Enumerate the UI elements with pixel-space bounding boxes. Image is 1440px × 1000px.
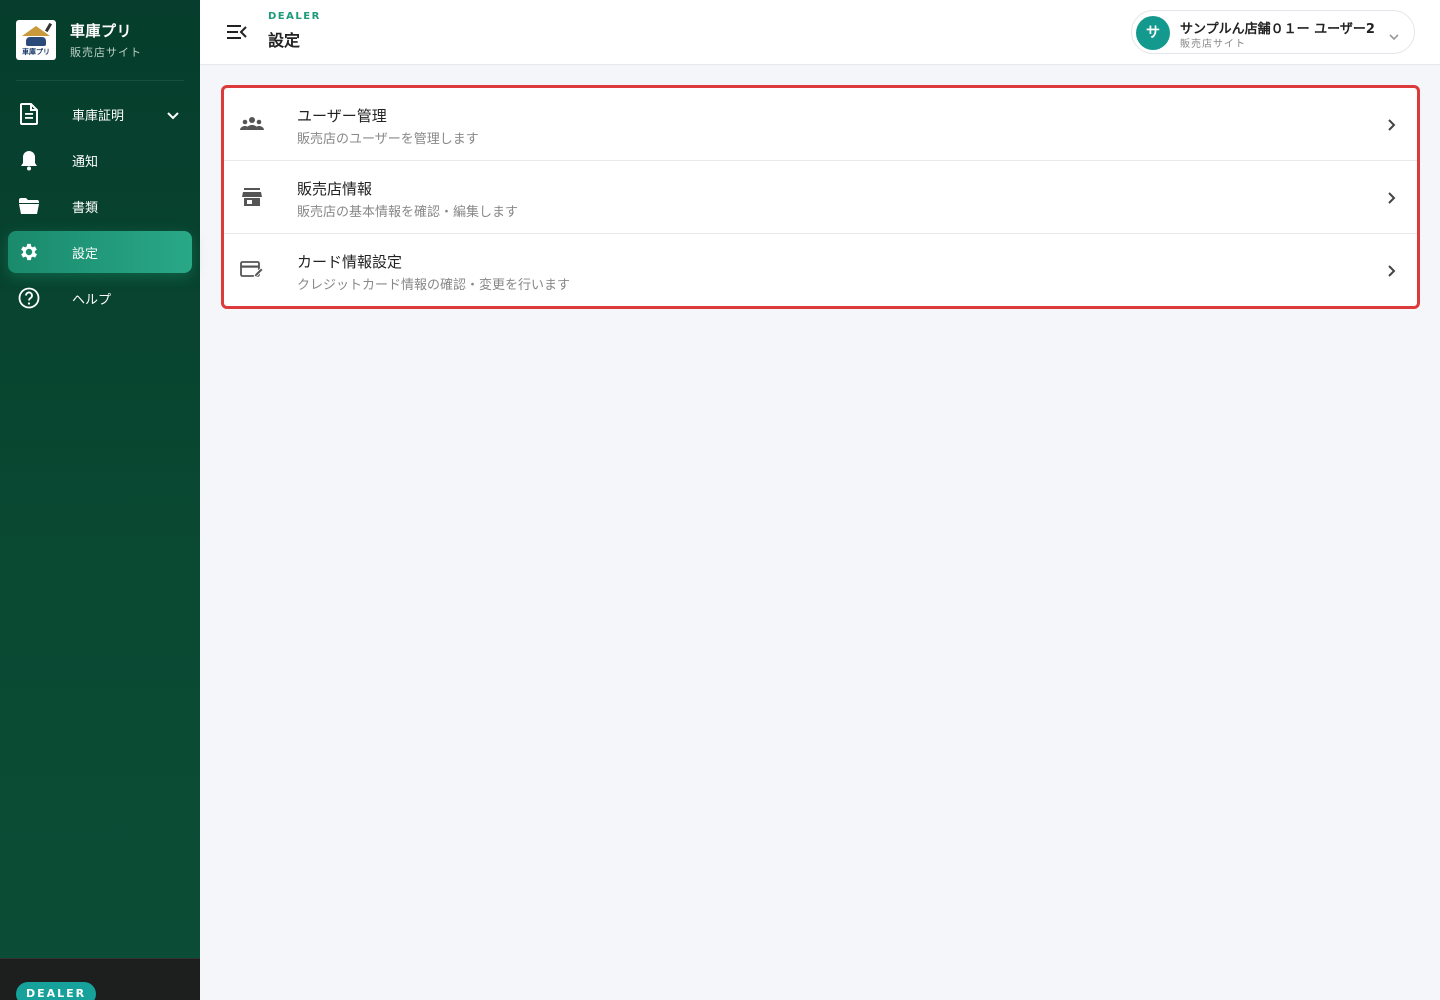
card-edit-icon <box>240 260 264 280</box>
settings-row-store-info[interactable]: 販売店情報 販売店の基本情報を確認・編集します <box>224 161 1417 234</box>
avatar: サ <box>1136 16 1170 50</box>
sidebar-footer: DEALER <box>0 958 200 1000</box>
brand-title: 車庫プリ <box>70 21 133 40</box>
page-title: 設定 <box>268 31 301 50</box>
sidebar-item-label: ヘルプ <box>72 292 112 308</box>
user-role: 販売店サイト <box>1180 39 1246 50</box>
chevron-down-icon <box>166 106 180 125</box>
bell-icon <box>18 149 40 171</box>
brand-subtitle: 販売店サイト <box>70 45 142 59</box>
sidebar-item-help[interactable]: ヘルプ <box>8 277 192 319</box>
row-description: 販売店の基本情報を確認・編集します <box>297 205 519 220</box>
top-header: DEALER 設定 サ サンプルん店舗０１ー ユーザー2 販売店サイト <box>200 0 1440 65</box>
brand-logo-text: 車庫プリ <box>22 48 50 56</box>
chevron-down-icon <box>1388 27 1400 46</box>
menu-collapse-icon[interactable] <box>226 23 248 41</box>
document-icon <box>18 103 40 125</box>
row-title: 販売店情報 <box>297 180 373 198</box>
brand-logo: 車庫プリ <box>16 20 56 60</box>
sidebar-item-label: 設定 <box>72 246 99 262</box>
sidebar-item-settings[interactable]: 設定 <box>8 231 192 273</box>
folder-icon <box>18 195 40 217</box>
settings-list: ユーザー管理 販売店のユーザーを管理します 販売店情報 販売店の基本情報を確認・… <box>221 85 1420 309</box>
header-eyebrow: DEALER <box>268 11 321 22</box>
sidebar-item-label: 書類 <box>72 200 99 216</box>
help-circle-icon <box>18 287 40 309</box>
chevron-right-icon <box>1387 190 1397 209</box>
users-icon <box>240 114 264 134</box>
gear-icon <box>18 241 40 263</box>
user-menu[interactable]: サ サンプルん店舗０１ー ユーザー2 販売店サイト <box>1131 10 1415 54</box>
store-icon <box>240 187 264 207</box>
sidebar-nav: 車庫証明 通知 書類 設定 ヘルプ <box>0 93 200 319</box>
sidebar-item-documents[interactable]: 書類 <box>8 185 192 227</box>
sidebar-item-label: 通知 <box>72 154 99 170</box>
chevron-right-icon <box>1387 263 1397 282</box>
sidebar: 車庫プリ 車庫プリ 販売店サイト 車庫証明 通知 書類 設定 ヘルプ DEALE… <box>0 0 200 1000</box>
row-title: ユーザー管理 <box>297 107 387 125</box>
sidebar-item-label: 車庫証明 <box>72 108 125 124</box>
dealer-badge: DEALER <box>16 982 97 1000</box>
settings-row-card-settings[interactable]: カード情報設定 クレジットカード情報の確認・変更を行います <box>224 234 1417 306</box>
row-description: 販売店のユーザーを管理します <box>297 132 479 147</box>
row-description: クレジットカード情報の確認・変更を行います <box>297 278 571 293</box>
sidebar-item-shako-shomei[interactable]: 車庫証明 <box>8 93 192 135</box>
settings-row-user-management[interactable]: ユーザー管理 販売店のユーザーを管理します <box>224 88 1417 161</box>
main-content: ユーザー管理 販売店のユーザーを管理します 販売店情報 販売店の基本情報を確認・… <box>200 65 1440 1000</box>
row-title: カード情報設定 <box>297 253 403 271</box>
sidebar-item-notifications[interactable]: 通知 <box>8 139 192 181</box>
brand[interactable]: 車庫プリ 車庫プリ 販売店サイト <box>0 0 200 80</box>
brand-divider <box>16 80 184 81</box>
chevron-right-icon <box>1387 117 1397 136</box>
